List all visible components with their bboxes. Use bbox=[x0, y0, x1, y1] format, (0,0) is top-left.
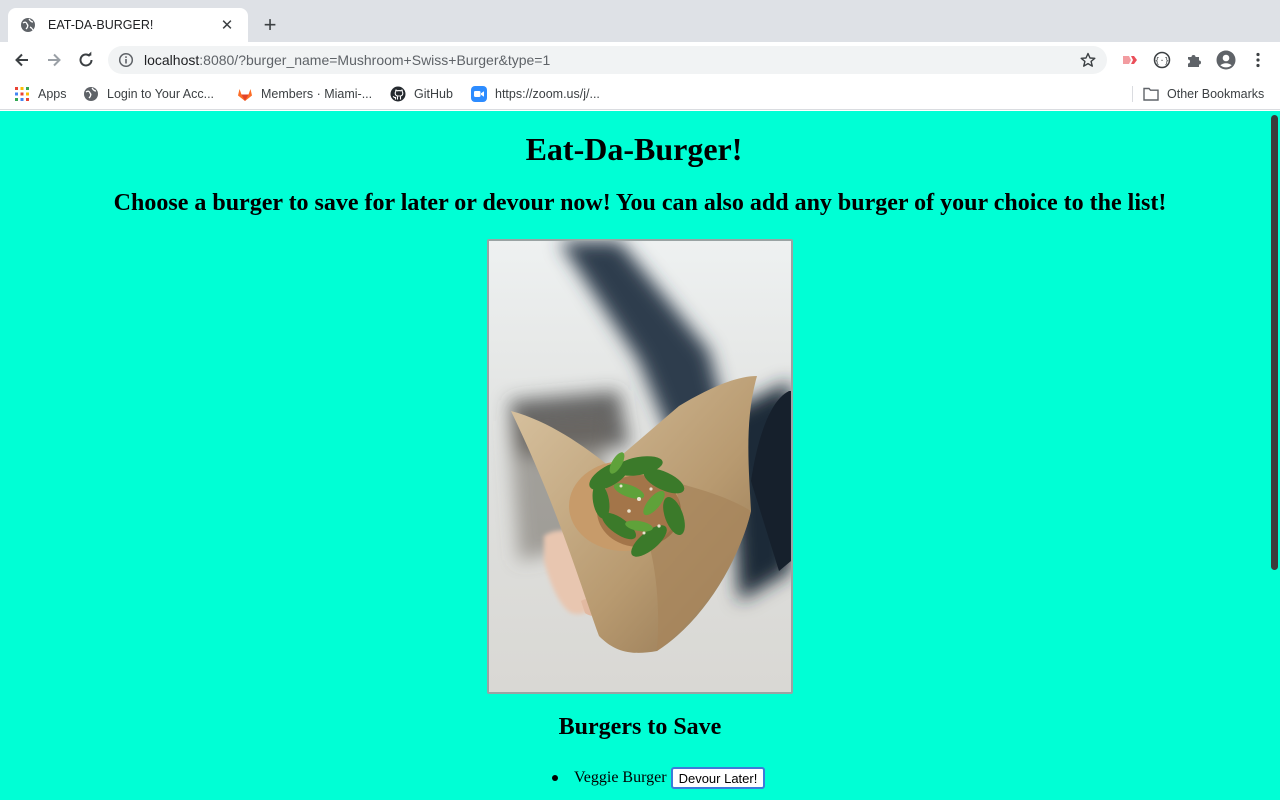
bullet-icon bbox=[552, 775, 558, 781]
burgers-to-save-list: Veggie Burger Devour Later! bbox=[552, 767, 766, 789]
tab-title: EAT-DA-BURGER! bbox=[48, 18, 154, 32]
globe-icon bbox=[20, 17, 36, 33]
arrow-left-icon bbox=[15, 53, 28, 67]
bookmark-label: Members · Miami-... bbox=[261, 87, 373, 101]
kebab-menu-icon[interactable] bbox=[1248, 50, 1268, 70]
browser-toolbar: localhost:8080/?burger_name=Mushroom+Swi… bbox=[0, 42, 1280, 78]
bookmark-label: Apps bbox=[38, 87, 67, 101]
new-tab-button[interactable]: + bbox=[258, 12, 282, 37]
page-scrollbar[interactable] bbox=[1268, 111, 1280, 800]
extension-icon[interactable] bbox=[1120, 50, 1140, 70]
url-host: localhost bbox=[144, 52, 200, 68]
apps-grid-icon bbox=[14, 86, 30, 102]
zoom-icon bbox=[471, 86, 487, 102]
info-icon[interactable] bbox=[118, 52, 134, 68]
browser-tab[interactable]: EAT-DA-BURGER! ✕ bbox=[8, 8, 248, 42]
back-button[interactable] bbox=[10, 48, 34, 72]
github-icon bbox=[390, 86, 406, 102]
bookmark-label: GitHub bbox=[414, 87, 453, 101]
burger-photo bbox=[487, 239, 793, 694]
reload-icon bbox=[79, 51, 93, 67]
bookmark-login[interactable]: Login to Your Acc... bbox=[83, 84, 214, 104]
folder-icon bbox=[1143, 86, 1159, 102]
bookmark-github[interactable]: GitHub bbox=[390, 84, 453, 104]
close-tab-icon[interactable]: ✕ bbox=[218, 16, 236, 34]
burger-name: Veggie Burger bbox=[574, 769, 667, 786]
list-item: Veggie Burger Devour Later! bbox=[552, 767, 766, 789]
bookmark-zoom[interactable]: https://zoom.us/j/... bbox=[471, 84, 600, 104]
page-title: Eat-Da-Burger! bbox=[525, 131, 743, 167]
url-path: :8080/?burger_name=Mushroom+Swiss+Burger… bbox=[199, 52, 551, 68]
reload-button[interactable] bbox=[74, 48, 98, 72]
page-subtitle: Choose a burger to save for later or dev… bbox=[113, 190, 1167, 216]
svg-text:{·}: {·} bbox=[1155, 56, 1169, 65]
bookmark-apps[interactable]: Apps bbox=[14, 84, 67, 104]
bookmarks-divider bbox=[1132, 86, 1133, 102]
page-viewport: Eat-Da-Burger! Choose a burger to save f… bbox=[0, 111, 1280, 800]
bookmark-label: https://zoom.us/j/... bbox=[495, 87, 600, 101]
globe-icon bbox=[83, 86, 99, 102]
bookmark-label: Other Bookmarks bbox=[1167, 87, 1265, 101]
tab-strip: EAT-DA-BURGER! ✕ + bbox=[0, 0, 1280, 42]
profile-avatar-icon[interactable] bbox=[1216, 50, 1236, 70]
bookmark-label: Login to Your Acc... bbox=[107, 87, 215, 101]
bookmark-star-icon[interactable] bbox=[1079, 51, 1097, 69]
address-bar[interactable]: localhost:8080/?burger_name=Mushroom+Swi… bbox=[108, 46, 1107, 74]
bookmark-gitlab-members[interactable]: Members · Miami-... bbox=[237, 84, 372, 104]
bookmarks-bar: Apps Login to Your Acc... Members · Miam… bbox=[0, 78, 1280, 110]
puzzle-extensions-icon[interactable] bbox=[1184, 50, 1204, 70]
gitlab-icon bbox=[237, 86, 253, 102]
code-extension-icon[interactable]: {·} bbox=[1152, 50, 1172, 70]
forward-button[interactable] bbox=[42, 48, 66, 72]
arrow-right-icon bbox=[48, 53, 61, 67]
burgers-to-save-heading: Burgers to Save bbox=[558, 714, 722, 740]
bookmark-other-bookmarks[interactable]: Other Bookmarks bbox=[1143, 84, 1264, 104]
scrollbar-thumb[interactable] bbox=[1271, 115, 1278, 570]
url-text[interactable]: localhost:8080/?burger_name=Mushroom+Swi… bbox=[144, 52, 1079, 68]
devour-later-button[interactable]: Devour Later! bbox=[670, 767, 766, 789]
